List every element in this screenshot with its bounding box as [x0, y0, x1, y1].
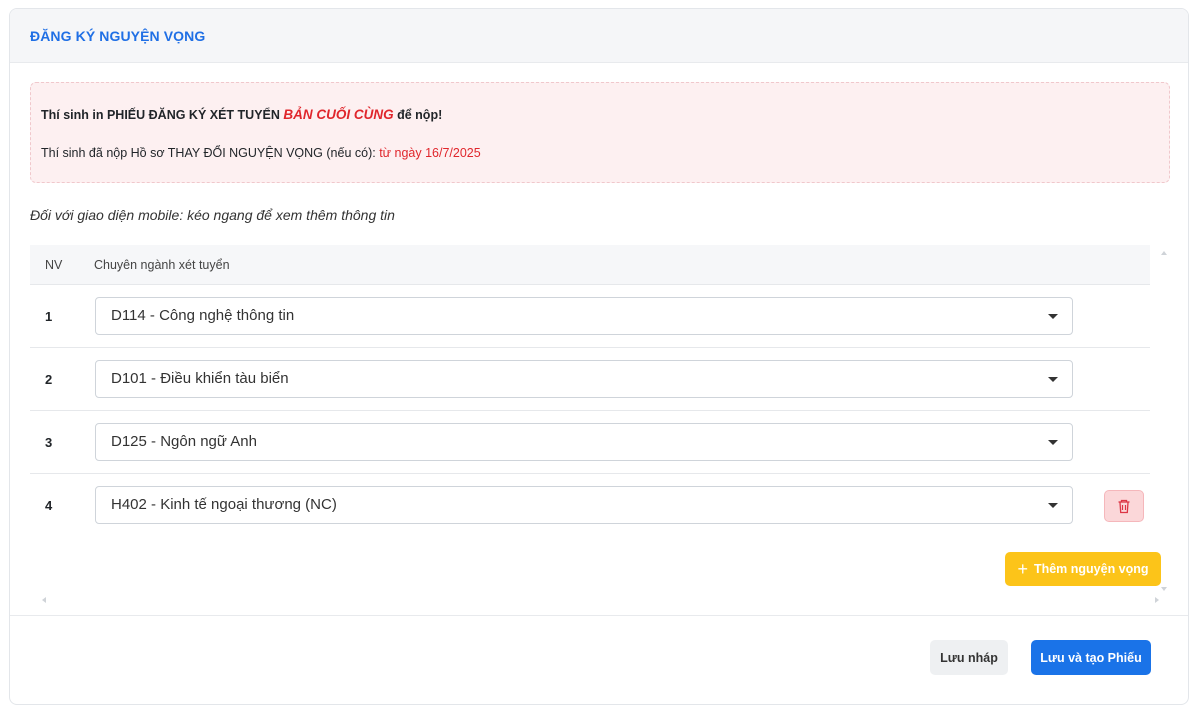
table-row: 3 D125 - Ngôn ngữ Anh	[30, 411, 1150, 474]
footer-divider	[10, 615, 1188, 616]
plus-icon: +	[1017, 559, 1028, 579]
major-select[interactable]: D114 - Công nghệ thông tin	[95, 297, 1073, 335]
table-row: 4 H402 - Kinh tế ngoại thương (NC)	[30, 474, 1150, 537]
major-select[interactable]: H402 - Kinh tế ngoại thương (NC)	[95, 486, 1073, 524]
scroll-up-arrow[interactable]	[1161, 251, 1167, 255]
row-number: 1	[45, 309, 53, 324]
table-row: 1 D114 - Công nghệ thông tin	[30, 285, 1150, 348]
row-number: 2	[45, 372, 53, 387]
trash-icon	[1118, 499, 1130, 513]
scroll-right-arrow[interactable]	[1155, 597, 1159, 603]
wishes-table[interactable]: NV Chuyên ngành xét tuyển 1 D114 - Công …	[30, 245, 1170, 603]
alert-line-print: Thí sinh in PHIẾU ĐĂNG KÝ XÉT TUYỂN BẢN …	[41, 107, 443, 122]
delete-wish-button[interactable]	[1104, 490, 1144, 522]
table-row: 2 D101 - Điều khiển tàu biển	[30, 348, 1150, 411]
save-and-create-button[interactable]: Lưu và tạo Phiếu	[1031, 640, 1151, 675]
row-number: 4	[45, 498, 53, 513]
major-select[interactable]: D101 - Điều khiển tàu biển	[95, 360, 1073, 398]
caret-down-icon	[1048, 440, 1058, 445]
table-header: NV Chuyên ngành xét tuyển	[30, 245, 1150, 285]
caret-down-icon	[1048, 377, 1058, 382]
alert-date: từ ngày 16/7/2025	[379, 146, 481, 160]
scroll-down-arrow[interactable]	[1161, 587, 1167, 591]
notice-alert: Thí sinh in PHIẾU ĐĂNG KÝ XÉT TUYỂN BẢN …	[30, 82, 1170, 183]
alert-emphasis: BẢN CUỐI CÙNG	[283, 107, 394, 122]
save-draft-button[interactable]: Lưu nháp	[930, 640, 1008, 675]
registration-card: ĐĂNG KÝ NGUYỆN VỌNG Thí sinh in PHIẾU ĐĂ…	[9, 8, 1189, 705]
header-nv: NV	[45, 258, 63, 272]
card-header: ĐĂNG KÝ NGUYỆN VỌNG	[10, 9, 1188, 63]
row-number: 3	[45, 435, 53, 450]
page-title: ĐĂNG KÝ NGUYỆN VỌNG	[30, 27, 206, 44]
caret-down-icon	[1048, 314, 1058, 319]
alert-line-change: Thí sinh đã nộp Hồ sơ THAY ĐỔI NGUYỆN VỌ…	[41, 146, 481, 160]
caret-down-icon	[1048, 503, 1058, 508]
major-select[interactable]: D125 - Ngôn ngữ Anh	[95, 423, 1073, 461]
add-wish-button[interactable]: + Thêm nguyện vọng	[1005, 552, 1161, 586]
scroll-left-arrow[interactable]	[42, 597, 46, 603]
mobile-hint: Đối với giao diện mobile: kéo ngang để x…	[30, 207, 395, 223]
header-major: Chuyên ngành xét tuyển	[94, 258, 230, 272]
